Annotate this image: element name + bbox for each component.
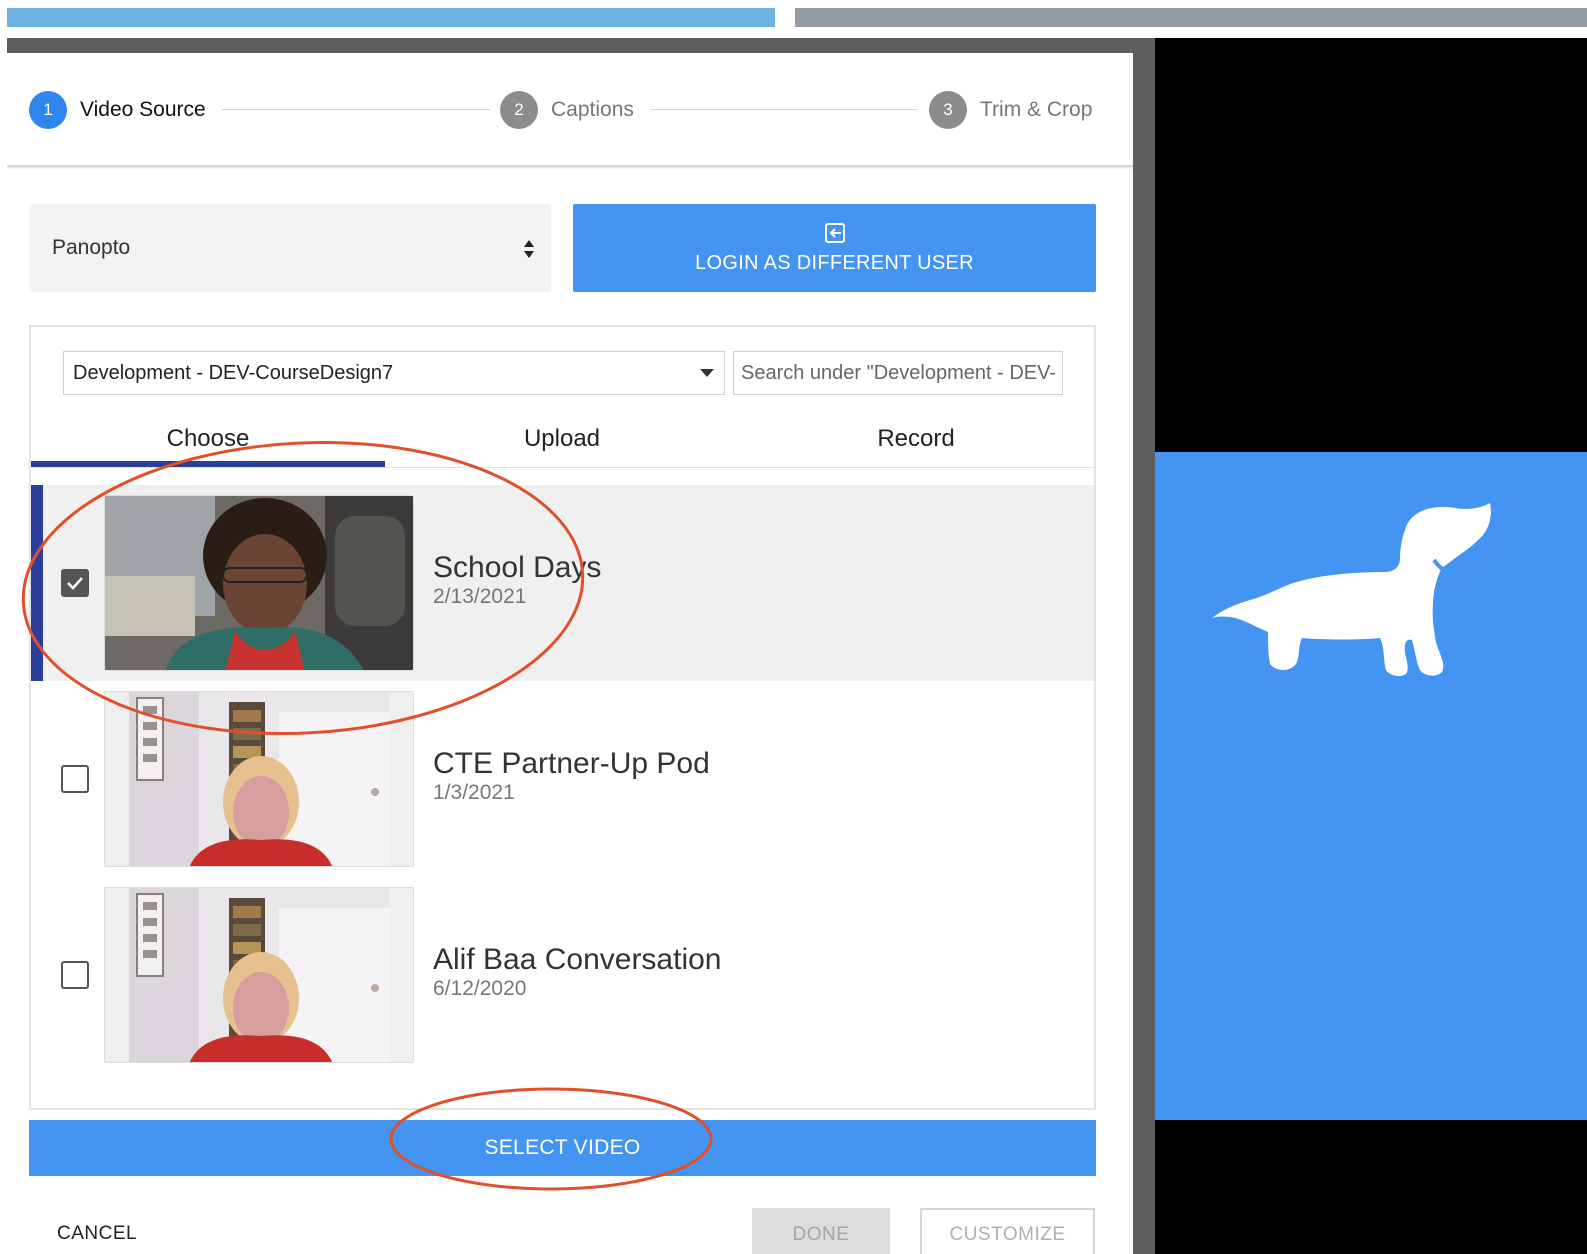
folder-select[interactable]: Development - DEV-CourseDesign7 xyxy=(63,351,725,395)
step-trim-crop[interactable]: 3 Trim & Crop xyxy=(929,91,1092,129)
select-video-button[interactable]: SELECT VIDEO xyxy=(29,1120,1096,1176)
done-button[interactable]: DONE xyxy=(752,1208,890,1254)
login-button-label: LOGIN AS DIFFERENT USER xyxy=(695,251,974,274)
video-checkbox[interactable] xyxy=(61,765,89,793)
video-row[interactable]: School Days 2/13/2021 xyxy=(31,485,1094,681)
video-checkbox[interactable] xyxy=(61,569,89,597)
video-thumbnail[interactable] xyxy=(104,691,414,867)
video-thumbnail[interactable] xyxy=(104,887,414,1063)
step-label: Video Source xyxy=(80,98,206,121)
step-number: 1 xyxy=(29,91,67,129)
thumbnail-image xyxy=(129,692,389,866)
step-label: Captions xyxy=(551,98,634,121)
sign-in-icon xyxy=(824,222,845,243)
video-date: 1/3/2021 xyxy=(433,781,515,804)
stepper: 1 Video Source 2 Captions 3 Trim & Crop xyxy=(7,53,1133,167)
video-picker-dialog: 1 Video Source 2 Captions 3 Trim & Crop … xyxy=(7,53,1133,1254)
video-title: Alif Baa Conversation xyxy=(433,943,722,976)
caret-down-icon xyxy=(700,369,714,377)
video-date: 2/13/2021 xyxy=(433,585,527,608)
progress-bar-filled xyxy=(7,8,775,27)
cancel-button[interactable]: CANCEL xyxy=(57,1223,137,1245)
step-label: Trim & Crop xyxy=(980,98,1093,121)
login-different-user-button[interactable]: LOGIN AS DIFFERENT USER xyxy=(573,204,1096,292)
step-video-source[interactable]: 1 Video Source xyxy=(29,91,206,129)
source-select[interactable]: Panopto xyxy=(29,204,551,292)
step-number: 3 xyxy=(929,91,967,129)
video-row[interactable]: CTE Partner-Up Pod 1/3/2021 xyxy=(31,681,1094,877)
video-checkbox[interactable] xyxy=(61,961,89,989)
tab-choose[interactable]: Choose xyxy=(31,411,385,467)
tab-record[interactable]: Record xyxy=(739,411,1093,467)
video-thumbnail[interactable] xyxy=(104,495,414,671)
video-date: 6/12/2020 xyxy=(433,977,527,1000)
step-connector xyxy=(222,109,490,110)
source-select-value: Panopto xyxy=(52,236,131,259)
search-input[interactable] xyxy=(733,351,1063,395)
step-number: 2 xyxy=(500,91,538,129)
tab-upload[interactable]: Upload xyxy=(385,411,739,467)
folder-select-value: Development - DEV-CourseDesign7 xyxy=(73,361,394,384)
step-connector xyxy=(651,109,917,110)
thumbnail-image xyxy=(105,496,413,670)
sort-icon xyxy=(524,240,534,258)
dachshund-icon xyxy=(1212,503,1491,677)
video-browser: Development - DEV-CourseDesign7 Choose U… xyxy=(29,325,1096,1110)
step-captions[interactable]: 2 Captions xyxy=(500,91,634,129)
checkmark-icon xyxy=(67,577,83,590)
thumbnail-image xyxy=(129,888,389,1062)
customize-button[interactable]: CUSTOMIZE xyxy=(920,1208,1095,1254)
selected-row-indicator xyxy=(31,485,43,681)
video-title: School Days xyxy=(433,551,602,584)
tabs-divider xyxy=(31,467,1094,468)
video-row[interactable]: Alif Baa Conversation 6/12/2020 xyxy=(31,877,1094,1073)
video-title: CTE Partner-Up Pod xyxy=(433,747,710,780)
progress-bar-track xyxy=(795,8,1587,27)
